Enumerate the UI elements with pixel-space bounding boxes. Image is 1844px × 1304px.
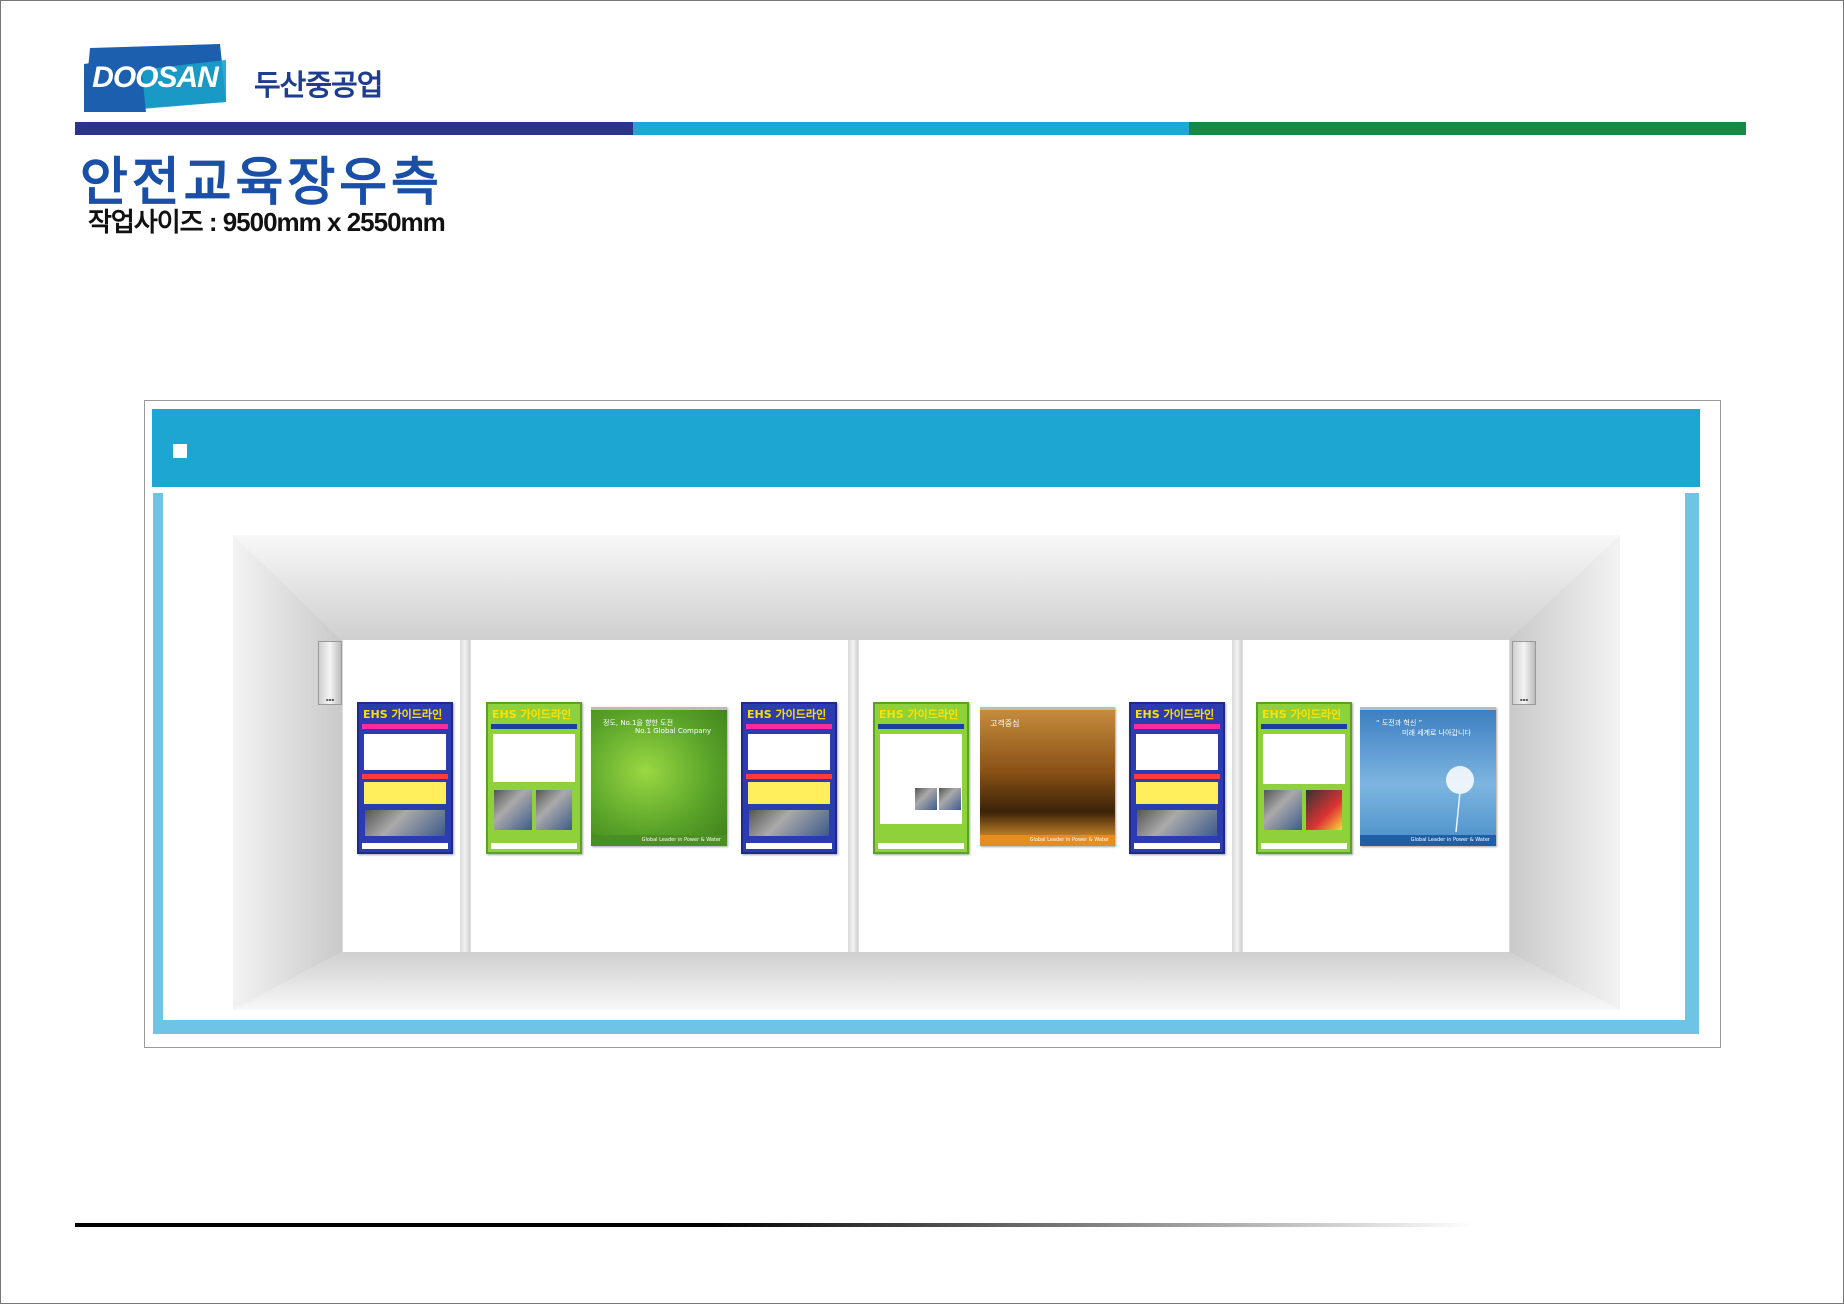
dandelion-icon	[1446, 766, 1474, 832]
poster-title: EHS 가이드라인	[363, 708, 443, 721]
ehs-guideline-poster: EHS 가이드라인	[1256, 702, 1352, 854]
poster-footer: Global Leader in Power & Water	[1360, 835, 1496, 846]
panel-gap	[848, 640, 858, 952]
poster-title: EHS 가이드라인	[1135, 708, 1215, 721]
leaf-image-poster: 정도, No.1을 향한 도전 No.1 Global Company Glob…	[591, 707, 727, 846]
poster-title: EHS 가이드라인	[492, 708, 572, 721]
ceiling	[233, 535, 1620, 640]
footer-rule	[75, 1223, 1475, 1227]
speaker-left-icon: ▪▪▪	[318, 641, 342, 705]
poster-title: EHS 가이드라인	[1262, 708, 1342, 721]
panel-gap	[460, 640, 470, 952]
ehs-guideline-poster: EHS 가이드라인	[741, 702, 837, 854]
poster-footer: Global Leader in Power & Water	[980, 835, 1115, 846]
ehs-guideline-poster: EHS 가이드라인	[873, 702, 969, 854]
poster-footer: Global Leader in Power & Water	[591, 835, 727, 846]
speaker-right-icon: ▪▪▪	[1512, 641, 1536, 705]
poster-line-1: “ 도전과 혁신 ”	[1376, 719, 1423, 727]
palace-image-poster: 고객중심 Global Leader in Power & Water	[980, 707, 1115, 846]
poster-title: EHS 가이드라인	[879, 708, 959, 721]
ehs-guideline-poster: EHS 가이드라인	[357, 702, 453, 854]
floor	[233, 952, 1620, 1010]
dandelion-image-poster: “ 도전과 혁신 ” 미래 세계로 나아갑니다 Global Leader in…	[1360, 707, 1496, 846]
ehs-guideline-poster: EHS 가이드라인	[486, 702, 582, 854]
poster-line-1: 고객중심	[990, 719, 1020, 728]
poster-line-2: 미래 세계로 나아갑니다	[1402, 729, 1471, 737]
panel-gap	[1232, 640, 1242, 952]
ehs-guideline-poster: EHS 가이드라인	[1129, 702, 1225, 854]
poster-title: EHS 가이드라인	[747, 708, 827, 721]
poster-line-2: No.1 Global Company	[635, 727, 712, 735]
